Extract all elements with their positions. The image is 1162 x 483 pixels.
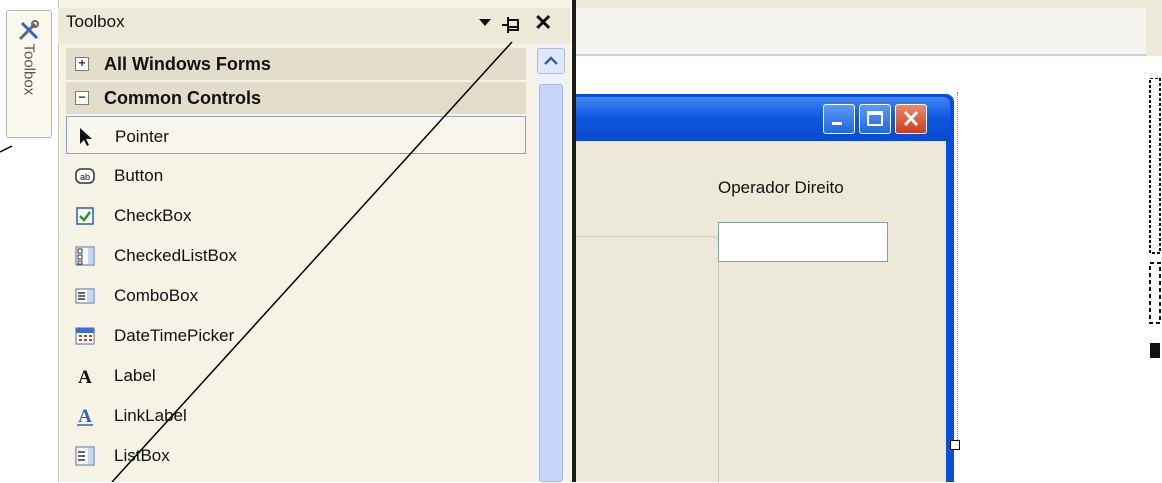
item-label: DateTimePicker — [114, 326, 235, 345]
listbox-icon — [75, 446, 95, 466]
toolbox-item-label[interactable]: A Label — [66, 356, 526, 394]
group-label: Common Controls — [104, 88, 261, 108]
toolbox-item-linklabel[interactable]: A LinkLabel — [66, 396, 526, 434]
scroll-thumb[interactable] — [539, 84, 563, 482]
toolbox-item-button[interactable]: ab Button — [66, 156, 526, 194]
form-groupbox[interactable] — [576, 236, 719, 483]
rotated-text-fragment — [1149, 78, 1161, 358]
toolbox-header — [58, 8, 570, 44]
svg-text:ab: ab — [80, 172, 90, 182]
collapse-minus-icon[interactable]: − — [75, 91, 89, 105]
chevron-up-icon — [544, 56, 558, 65]
tools-icon — [18, 20, 39, 41]
item-label: LinkLabel — [114, 406, 187, 425]
maximize-button[interactable] — [859, 104, 891, 134]
toolbox-title: Toolbox — [66, 12, 125, 31]
operator-direito-input[interactable] — [718, 222, 888, 262]
pointer-arrow-icon — [80, 128, 92, 146]
datetimepicker-icon — [75, 327, 95, 345]
close-icon[interactable]: ✕ — [534, 10, 552, 36]
item-label: CheckBox — [114, 206, 192, 225]
minimize-icon — [832, 122, 842, 125]
designer-tab-strip — [576, 8, 1146, 56]
combobox-icon — [75, 288, 95, 304]
label-a-icon: A — [78, 367, 92, 386]
item-label: ComboBox — [114, 286, 199, 305]
expand-plus-icon[interactable]: + — [75, 57, 89, 71]
group-label: All Windows Forms — [104, 54, 271, 74]
auto-hide-pin-icon[interactable] — [500, 14, 522, 36]
checkbox-icon — [76, 207, 94, 225]
toolbox-item-checkbox[interactable]: CheckBox — [66, 196, 526, 234]
selection-border — [957, 92, 959, 440]
toolbox-item-datetimepicker[interactable]: DateTimePicker — [66, 316, 526, 354]
form-titlebar[interactable] — [576, 97, 950, 141]
close-x-icon — [903, 110, 919, 127]
toolbox-side-tab-label: Toolbox — [20, 43, 38, 96]
close-button[interactable] — [895, 104, 927, 134]
item-label: ListBox — [114, 446, 170, 465]
operator-direito-label: Operador Direito — [718, 178, 844, 197]
item-label: CheckedListBox — [114, 246, 237, 265]
group-common-controls[interactable]: − Common Controls — [66, 82, 526, 114]
minimize-button[interactable] — [823, 104, 855, 134]
item-label: Label — [114, 366, 156, 385]
svg-text:A: A — [78, 406, 92, 426]
toolbox-item-listbox[interactable]: ListBox — [66, 436, 526, 474]
item-label: Button — [114, 166, 164, 185]
button-ab-icon: ab — [75, 168, 95, 184]
toolbox-item-pointer[interactable]: Pointer — [66, 116, 526, 154]
linklabel-a-icon: A — [77, 406, 93, 426]
group-all-windows-forms[interactable]: + All Windows Forms — [66, 48, 526, 80]
toolbox-item-combobox[interactable]: ComboBox — [66, 276, 526, 314]
maximize-icon — [867, 111, 883, 126]
item-label: Pointer — [115, 127, 169, 146]
checkedlistbox-icon — [75, 246, 95, 266]
window-position-dropdown-icon[interactable] — [478, 18, 492, 28]
scroll-up-button[interactable] — [537, 48, 565, 74]
toolbox-item-checkedlistbox[interactable]: CheckedListBox — [66, 236, 526, 274]
svg-text:A: A — [78, 367, 92, 386]
resize-handle[interactable] — [950, 440, 960, 450]
